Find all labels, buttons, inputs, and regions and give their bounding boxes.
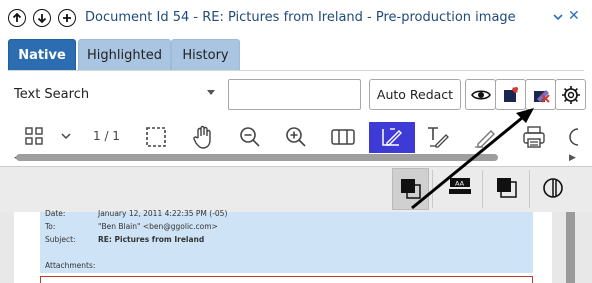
eye-icon [471, 90, 491, 100]
scroll-thumb[interactable] [16, 154, 498, 161]
two-page-view-icon[interactable] [331, 129, 355, 145]
subject-value: RE: Pictures from Ireland [98, 235, 205, 244]
tab-highlighted[interactable]: Highlighted [78, 39, 171, 71]
pen-icon[interactable] [474, 126, 498, 148]
zoom-out-icon[interactable] [239, 126, 261, 148]
redaction-draw-icon [382, 128, 402, 146]
contrast-button[interactable] [535, 168, 572, 210]
chevron-down-icon[interactable] [61, 133, 71, 140]
close-icon[interactable]: ✕ [568, 8, 580, 24]
to-value: "Ben Blain" <ben@ggolic.com> [98, 222, 218, 231]
chevron-down-icon[interactable] [553, 12, 563, 22]
solid-redaction-button[interactable] [392, 168, 429, 210]
thumbnails-grid-icon[interactable] [25, 127, 43, 145]
date-label: Date: [45, 209, 66, 218]
search-input[interactable] [228, 79, 361, 110]
svg-text:AA: AA [455, 180, 465, 188]
select-region-icon[interactable] [146, 127, 166, 147]
redaction-mark-icon [504, 87, 518, 102]
date-value: January 12, 2011 4:22:35 PM (-05) [98, 209, 228, 218]
plus-icon [63, 14, 71, 22]
document-title: Document Id 54 - RE: Pictures from Irela… [85, 10, 516, 25]
caret-down-icon[interactable] [207, 90, 215, 96]
text-redaction-icon[interactable] [426, 125, 450, 149]
remove-redaction-button[interactable] [525, 79, 556, 110]
next-document-button[interactable] [33, 9, 51, 27]
settings-gear-icon [562, 86, 580, 104]
add-button[interactable] [58, 9, 76, 27]
attachments-label: Attachments: [45, 261, 96, 270]
partial-icon[interactable] [568, 127, 580, 147]
vertical-scrollbar[interactable] [566, 212, 575, 283]
text-label-redaction-button[interactable]: AA [441, 168, 478, 210]
outline-redaction-icon [497, 178, 517, 198]
auto-redact-button[interactable]: Auto Redact [369, 79, 461, 110]
pan-hand-icon[interactable] [192, 125, 214, 149]
tab-divider [8, 70, 584, 71]
text-label-redaction-icon: AA [449, 178, 471, 194]
previous-document-button[interactable] [8, 9, 26, 27]
remove-redaction-icon [534, 90, 550, 103]
mark-redaction-button[interactable] [495, 79, 526, 110]
toggle-view-button[interactable] [465, 79, 496, 110]
tab-history[interactable]: History [171, 39, 240, 71]
subject-label: Subject: [45, 235, 76, 244]
tab-native[interactable]: Native [8, 39, 76, 71]
scroll-right-arrow[interactable]: ▶ [569, 153, 576, 163]
print-icon[interactable] [522, 125, 546, 149]
redaction-draw-tool[interactable] [369, 122, 415, 153]
outline-redaction-button[interactable] [489, 168, 526, 210]
zoom-in-icon[interactable] [285, 126, 307, 148]
contrast-icon [543, 178, 563, 198]
page-indicator: 1 / 1 [93, 129, 120, 143]
redaction-box[interactable] [40, 276, 533, 283]
to-label: To: [45, 222, 56, 231]
search-mode-select[interactable]: Text Search [8, 80, 220, 108]
solid-redaction-icon [401, 179, 421, 199]
arrow-up-icon [12, 12, 22, 22]
arrow-down-icon [37, 14, 47, 24]
settings-button[interactable] [555, 79, 586, 110]
